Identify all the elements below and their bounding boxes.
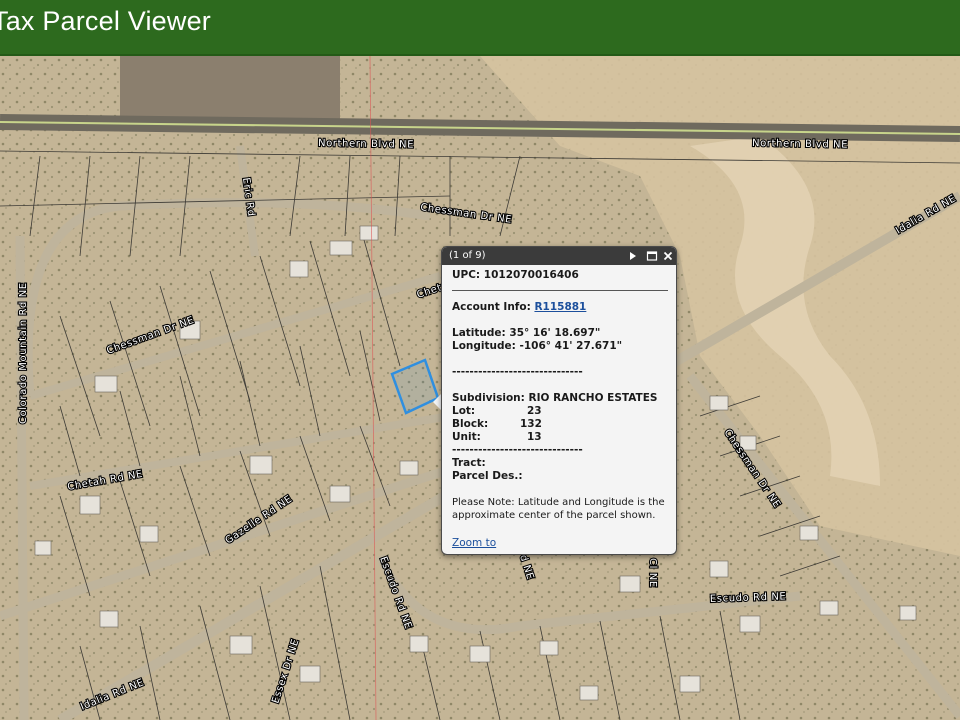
app-title: Tax Parcel Viewer bbox=[0, 6, 211, 36]
subdivision-label: Subdivision: bbox=[452, 392, 525, 404]
upc-row: UPC: 1012070016406 bbox=[452, 269, 668, 282]
subdivision-row: Subdivision: RIO RANCHO ESTATES bbox=[452, 392, 668, 405]
location-note: Please Note: Latitude and Longitude is t… bbox=[452, 497, 665, 521]
account-label: Account Info: bbox=[452, 301, 531, 313]
upc-label: UPC: bbox=[452, 269, 481, 281]
block-label: Block: bbox=[452, 418, 489, 430]
lot-value: 23 bbox=[527, 405, 542, 417]
latitude-value: 35° 16' 18.697" bbox=[509, 327, 601, 339]
popup-divider bbox=[452, 290, 668, 291]
parcel-des-label: Parcel Des.: bbox=[452, 470, 523, 482]
road-label: Colorado Mountain Rd NE bbox=[18, 282, 29, 424]
block-value: 132 bbox=[520, 418, 542, 430]
longitude-value: -106° 41' 27.671" bbox=[519, 340, 623, 352]
parcel-info-popup: (1 of 9) UPC: 1012070016406 Account Info… bbox=[441, 246, 677, 555]
lot-row: Lot: 23 bbox=[452, 405, 668, 418]
tract-label: Tract: bbox=[452, 457, 486, 469]
zoom-to-link[interactable]: Zoom to bbox=[452, 537, 496, 549]
block-row: Block: 132 bbox=[452, 418, 668, 431]
latitude-label: Latitude: bbox=[452, 327, 506, 339]
unit-value: 13 bbox=[527, 431, 542, 443]
unit-row: Unit: 13 bbox=[452, 431, 668, 444]
dashed-divider: ------------------------------ bbox=[452, 366, 583, 378]
popup-record-count: (1 of 9) bbox=[449, 250, 486, 261]
road-label: Northern Blvd NE bbox=[752, 138, 848, 151]
subdivision-value: RIO RANCHO ESTATES bbox=[528, 392, 658, 404]
latitude-row: Latitude: 35° 16' 18.697" bbox=[452, 327, 668, 340]
upc-value: 1012070016406 bbox=[483, 269, 579, 281]
lot-label: Lot: bbox=[452, 405, 476, 417]
close-icon[interactable] bbox=[661, 249, 675, 263]
development bbox=[120, 56, 340, 126]
dashed-divider: ------------------------------ bbox=[452, 444, 583, 456]
road-label: Cl NE bbox=[647, 558, 658, 588]
popup-titlebar: (1 of 9) bbox=[442, 247, 676, 265]
account-row: Account Info: R115881 bbox=[452, 301, 668, 314]
play-icon[interactable] bbox=[626, 249, 640, 263]
maximize-icon[interactable] bbox=[645, 249, 659, 263]
road-label: Northern Blvd NE bbox=[318, 138, 414, 151]
app-header: Tax Parcel Viewer bbox=[0, 0, 960, 56]
account-link[interactable]: R115881 bbox=[534, 301, 586, 313]
unit-label: Unit: bbox=[452, 431, 481, 443]
popup-content: UPC: 1012070016406 Account Info: R115881… bbox=[452, 269, 668, 550]
longitude-row: Longitude: -106° 41' 27.671" bbox=[452, 340, 668, 353]
longitude-label: Longitude: bbox=[452, 340, 516, 352]
